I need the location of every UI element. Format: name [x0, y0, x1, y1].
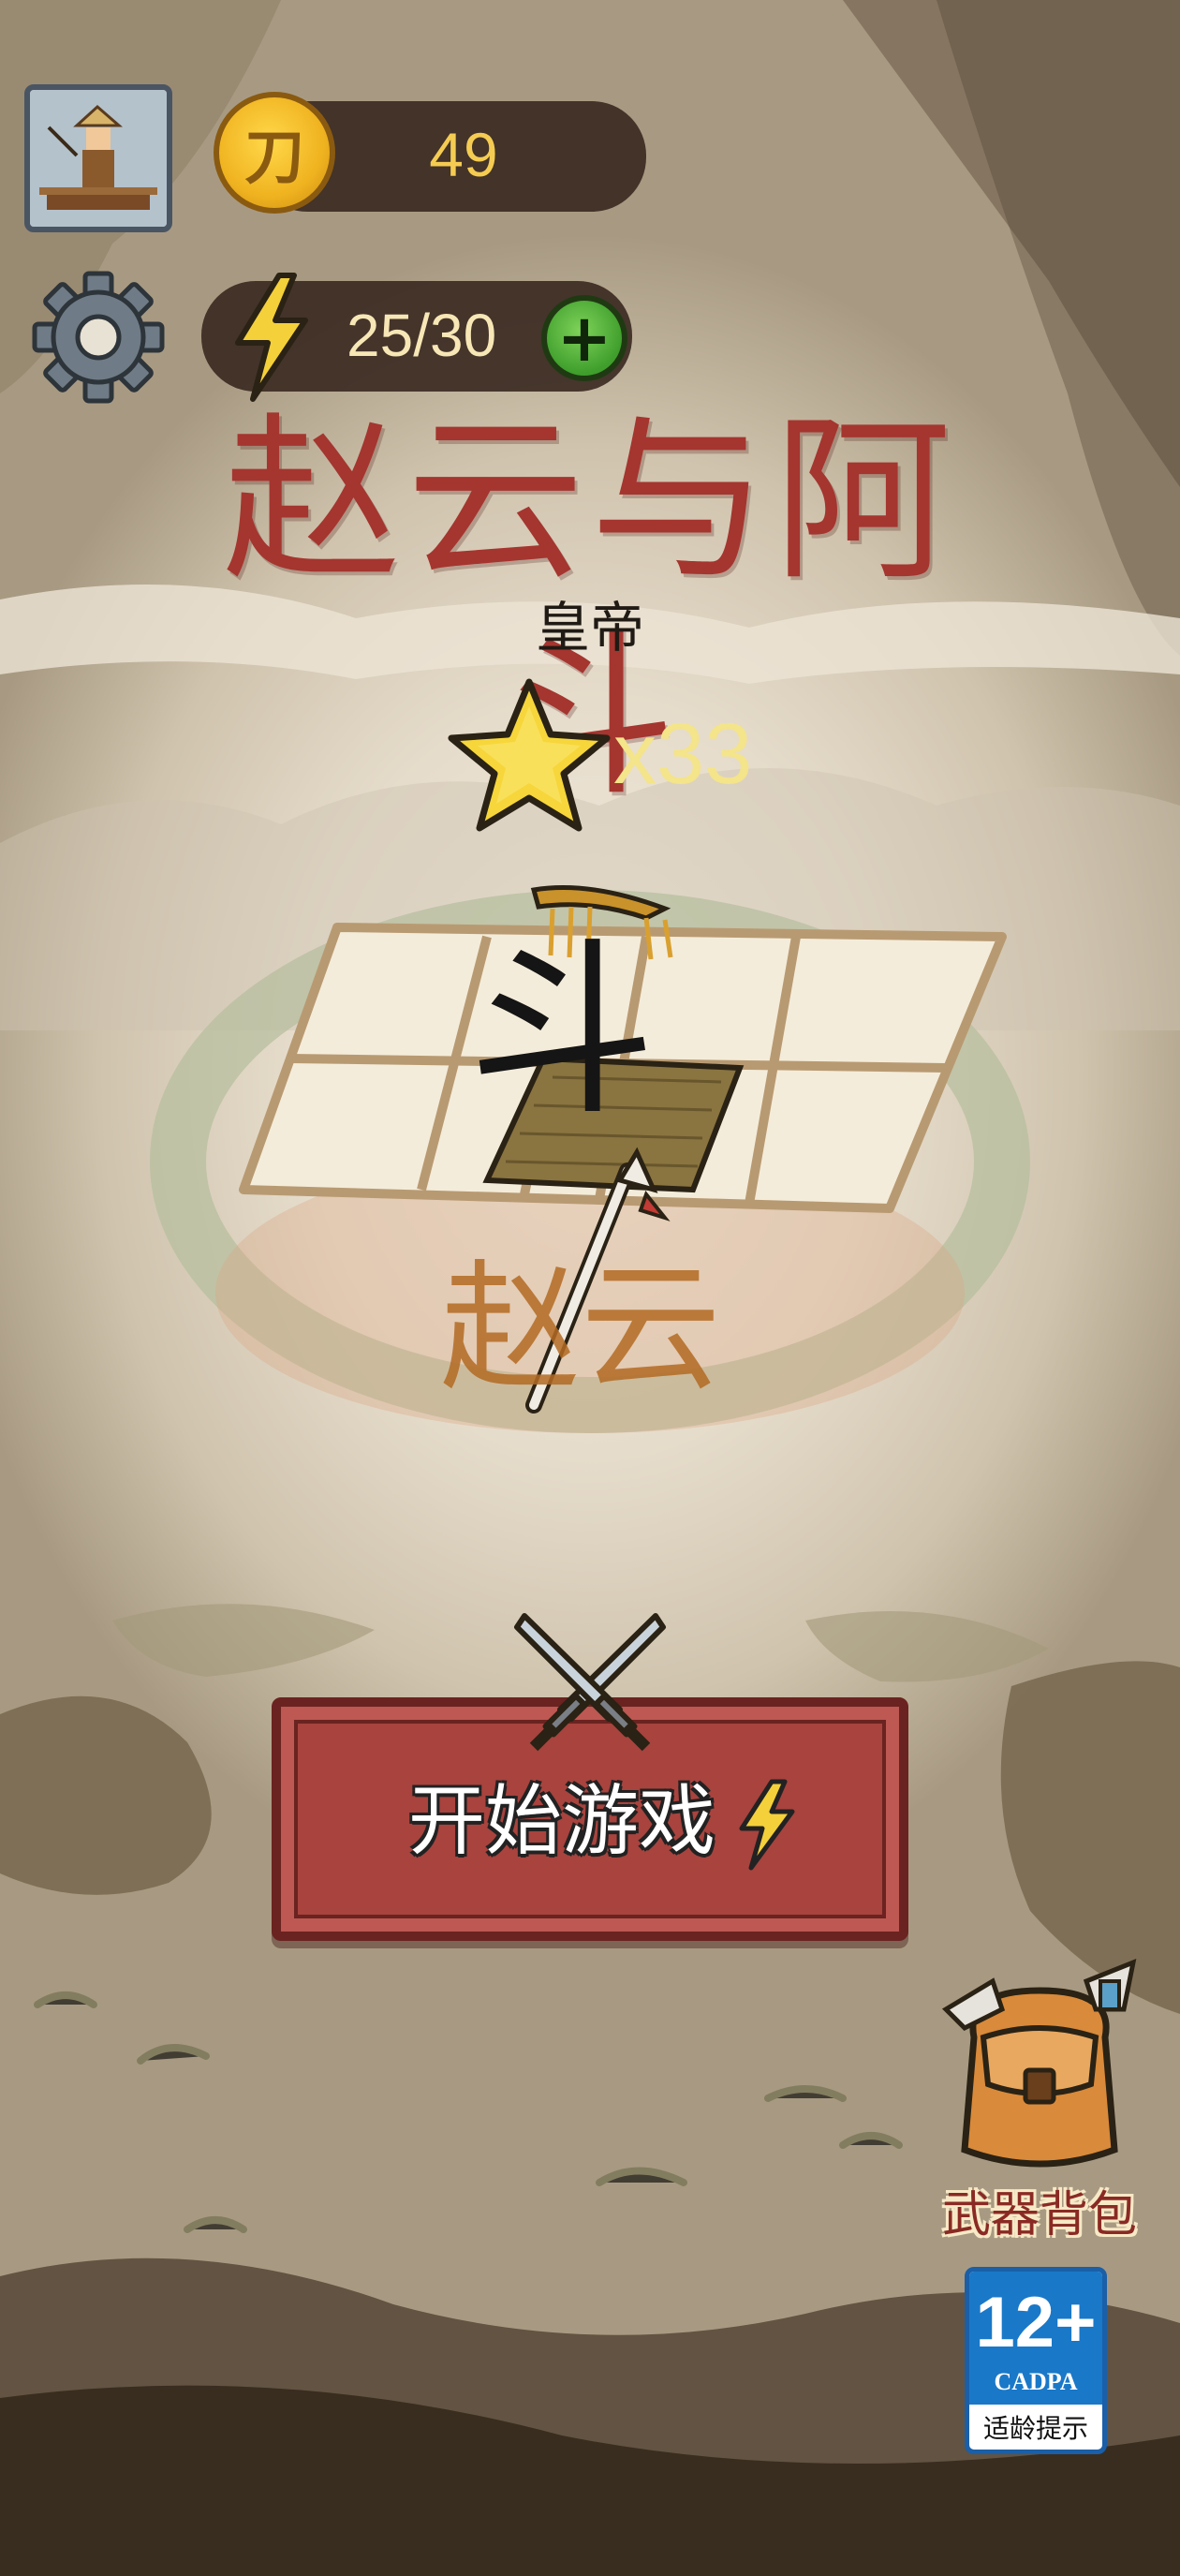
board-glyph-bottom[interactable]: 赵云: [440, 1248, 721, 1411]
player-avatar-button[interactable]: [24, 84, 172, 232]
lightning-icon: [235, 273, 308, 402]
age-rating-badge: 12+ CADPA 适龄提示: [965, 2267, 1107, 2454]
level-title: 赵云与阿斗: [222, 397, 957, 820]
star-count: x33: [613, 706, 753, 802]
puzzle-board[interactable]: 斗 赵云: [140, 881, 1040, 1461]
age-rating-number: 12+: [975, 2283, 1097, 2362]
lightning-icon: [739, 1779, 795, 1871]
add-energy-button[interactable]: +: [541, 295, 627, 381]
energy-amount: 25/30: [347, 302, 497, 369]
age-rating-org: CADPA: [994, 2368, 1078, 2395]
coin-amount: 49: [429, 120, 498, 189]
game-screen: 刀 49 25/30 + 赵云与阿斗 皇帝 x33 斗 赵云 开始游戏 武器背包…: [0, 0, 1180, 2576]
board-glyph-top[interactable]: 斗: [468, 923, 656, 1141]
backpack-icon[interactable]: [937, 1953, 1143, 2187]
backpack-label[interactable]: 武器背包: [927, 2183, 1152, 2248]
crossed-swords-icon: [514, 1613, 666, 1752]
gear-icon[interactable]: [28, 267, 169, 407]
coin-icon: 刀: [214, 92, 335, 214]
start-game-label[interactable]: 开始游戏: [384, 1775, 740, 1869]
star-icon: [448, 678, 611, 832]
coin-symbol: 刀: [244, 124, 304, 193]
level-subtitle: 皇帝: [535, 596, 644, 659]
age-rating-note: 适龄提示: [982, 2413, 1088, 2444]
fisherman-icon: [30, 90, 167, 227]
